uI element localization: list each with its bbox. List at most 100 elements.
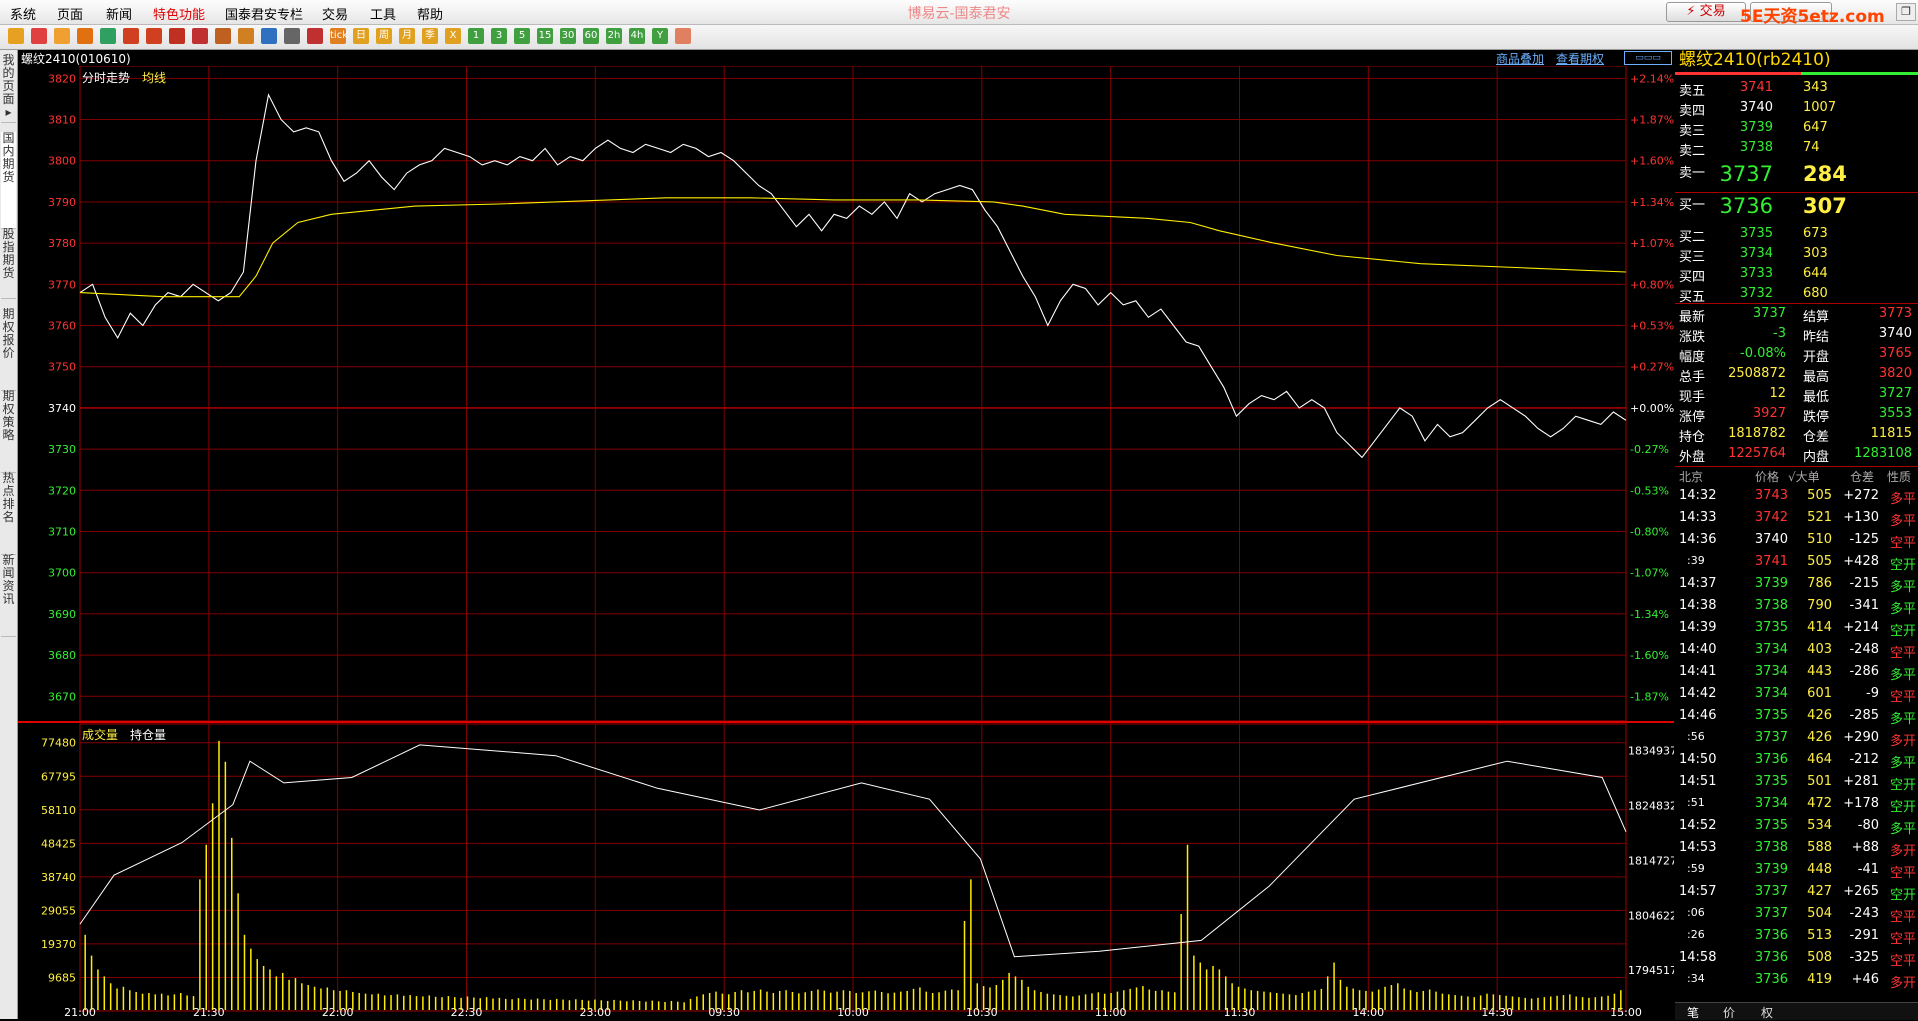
tick-volume: 464 — [1807, 752, 1832, 767]
day-icon[interactable]: 日 — [353, 28, 369, 44]
tick-price: 3736 — [1754, 928, 1788, 943]
view-options-link[interactable]: 查看期权 — [1556, 50, 1604, 67]
tick-time: 14:50 — [1679, 752, 1717, 767]
tick-nature: 空开 — [1889, 558, 1916, 573]
tick-oi-change: -285 — [1849, 708, 1879, 723]
tick-row: 14:52 3735 534 -80 多平 — [1675, 818, 1918, 837]
y-icon[interactable]: Y — [652, 28, 668, 44]
tick-volume: 427 — [1807, 884, 1832, 899]
sidebar-tab-news[interactable]: 新闻资讯 — [1, 554, 16, 637]
menu-special[interactable]: 特色功能 — [153, 4, 205, 23]
oi-tick-label: 1814727 — [1628, 854, 1674, 867]
zoom-out-icon[interactable] — [146, 28, 162, 44]
min15-icon[interactable]: 15 — [537, 28, 553, 44]
multi-day-icon[interactable]: 4h — [629, 28, 645, 44]
pen-icon[interactable] — [192, 28, 208, 44]
pct-tick-label: +0.53% — [1630, 320, 1674, 333]
menu-gtja-column[interactable]: 国泰君安专栏 — [225, 4, 303, 23]
tick-price: 3741 — [1754, 554, 1788, 569]
year-icon[interactable]: X — [445, 28, 461, 44]
bid-label: 买一 — [1679, 198, 1706, 213]
avg-line-label: 均线 — [142, 71, 167, 85]
sidebar-tab-hot-ranking[interactable]: 热点排名 — [1, 472, 16, 555]
min30-icon[interactable]: 30 — [560, 28, 576, 44]
stat-value: 11815 — [1870, 426, 1912, 441]
sidebar-tab-domestic-futures[interactable]: 国内期货 — [1, 132, 16, 229]
menu-trade[interactable]: 交易 — [322, 4, 348, 23]
tick-volume: 448 — [1807, 862, 1832, 877]
restore-window-icon[interactable]: ❐ — [1896, 3, 1916, 21]
oi-tick-label: 1834937 — [1628, 745, 1674, 758]
share-icon[interactable] — [261, 28, 277, 44]
min3-icon[interactable]: 3 — [491, 28, 507, 44]
tick-oi-change: -41 — [1857, 862, 1879, 877]
tick-time: :26 — [1687, 928, 1705, 941]
tick-volume: 419 — [1807, 972, 1832, 987]
tick-oi-change: +290 — [1843, 730, 1879, 745]
ask-price: 3738 — [1739, 140, 1773, 155]
menu-system[interactable]: 系统 — [10, 4, 36, 23]
stat-label: 外盘 — [1679, 450, 1706, 465]
min60-icon[interactable]: 60 — [583, 28, 599, 44]
window-icon[interactable] — [169, 28, 185, 44]
tick-row: 14:36 3740 510 -125 空平 — [1675, 532, 1918, 551]
tab-ticks[interactable]: 笔 — [1687, 1004, 1699, 1021]
price-axis: 3820 +2.14% 3810 +1.87% 3800 +1.60% 3790 +1.34%… — [48, 72, 1674, 703]
zoom-in-icon[interactable] — [123, 28, 139, 44]
tick-price: 3738 — [1754, 840, 1788, 855]
tab-rights[interactable]: 权 — [1761, 1004, 1773, 1021]
sidebar-tab-my-page[interactable]: 我的页面 ▸ — [1, 54, 16, 123]
chart-layout-icon[interactable]: ▭▭▭ — [1624, 51, 1672, 65]
quarter-icon[interactable]: 季 — [422, 28, 438, 44]
sidebar-tab-index-futures[interactable]: 股指期货 — [1, 228, 16, 299]
tick-row: :39 3741 505 +428 空开 — [1675, 554, 1918, 573]
tick-price: 3736 — [1754, 972, 1788, 987]
tick-row: :56 3737 426 +290 多开 — [1675, 730, 1918, 749]
timeshare-icon[interactable] — [307, 28, 323, 44]
menu-tools[interactable]: 工具 — [370, 4, 396, 23]
volume-panel-title: 成交量 — [82, 728, 119, 742]
table-icon[interactable] — [284, 28, 300, 44]
tab-price[interactable]: 价 — [1723, 1004, 1735, 1021]
price-tick-label: 3770 — [48, 278, 76, 291]
bid-row: 买三 3734 303 — [1675, 246, 1918, 265]
tick-price: 3739 — [1754, 576, 1788, 591]
home-icon[interactable] — [31, 28, 47, 44]
timeshare-chart[interactable]: 3820 +2.14% 3810 +1.87% 3800 +1.60% 3790 +1.34%… — [18, 66, 1674, 1019]
menu-help[interactable]: 帮助 — [417, 4, 443, 23]
calc-icon[interactable] — [675, 28, 691, 44]
tick-price: 3735 — [1754, 620, 1788, 635]
menu-page[interactable]: 页面 — [57, 4, 83, 23]
month-icon[interactable]: 月 — [399, 28, 415, 44]
stat-label: 最低 — [1803, 390, 1830, 405]
tick-header-oi-change: 仓差 — [1850, 470, 1875, 484]
tick-time: 14:57 — [1679, 884, 1717, 899]
min1-icon[interactable]: 1 — [468, 28, 484, 44]
menu-news[interactable]: 新闻 — [106, 4, 132, 23]
tick-oi-change: +214 — [1843, 620, 1879, 635]
bid-label: 买三 — [1679, 250, 1706, 265]
sidebar-tab-option-strategy[interactable]: 期权策略 — [1, 390, 16, 473]
tick-tabs: 笔 价 权 — [1675, 1002, 1918, 1020]
tick-row: 14:57 3737 427 +265 空开 — [1675, 884, 1918, 903]
tick-volume: 790 — [1807, 598, 1832, 613]
paint-icon[interactable] — [215, 28, 231, 44]
tick-icon[interactable]: tick — [330, 28, 348, 44]
tick-nature: 多平 — [1889, 602, 1916, 617]
ask-label: 卖二 — [1679, 144, 1706, 159]
multi-min-icon[interactable]: 2h — [606, 28, 622, 44]
tick-price: 3736 — [1754, 950, 1788, 965]
min5-icon[interactable]: 5 — [514, 28, 530, 44]
stat-value: 1225764 — [1728, 446, 1786, 461]
trade-button[interactable]: ⚡ 交易 — [1666, 2, 1746, 22]
week-icon[interactable]: 周 — [376, 28, 392, 44]
tick-volume: 426 — [1807, 730, 1832, 745]
filter-icon[interactable] — [238, 28, 254, 44]
back-icon[interactable] — [8, 28, 24, 44]
sidebar-tab-option-quotes[interactable]: 期权报价 — [1, 308, 16, 391]
news-icon[interactable] — [77, 28, 93, 44]
tick-row: 14:53 3738 588 +88 多开 — [1675, 840, 1918, 859]
overlay-commodity-link[interactable]: 商品叠加 — [1496, 50, 1544, 67]
refresh-icon[interactable] — [100, 28, 116, 44]
book-icon[interactable] — [54, 28, 70, 44]
